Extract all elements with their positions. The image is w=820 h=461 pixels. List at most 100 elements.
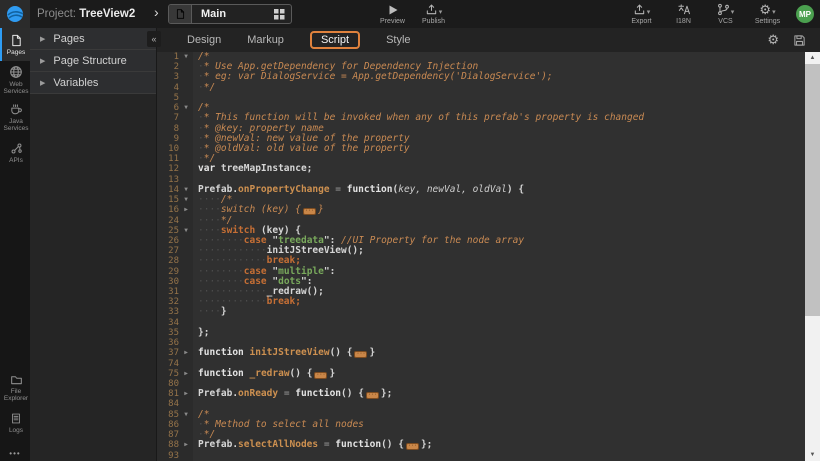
icon-sidebar: Pages Web Services Java Services APIs File E…: [0, 28, 30, 461]
fold-marker-icon[interactable]: ▶: [179, 205, 193, 215]
settings-button[interactable]: ⚙▾Settings: [751, 2, 784, 25]
folded-code-widget[interactable]: ···: [354, 351, 367, 358]
fold-spacer: [179, 144, 193, 154]
gutter: 33: [157, 307, 193, 317]
panel-collapse-button[interactable]: «: [147, 31, 161, 47]
token-prop: _redraw: [250, 368, 290, 379]
caret-down-icon: ▾: [772, 9, 776, 16]
script-settings-button[interactable]: ⚙: [767, 31, 779, 49]
export-button[interactable]: ▾Export: [625, 2, 658, 25]
gutter: 3: [157, 72, 193, 82]
code-line[interactable]: 81▶Prefab.onReady = function() {···};: [157, 389, 805, 399]
scroll-down-arrow-icon[interactable]: ▼: [805, 449, 820, 461]
publish-button[interactable]: ▾Publish: [417, 2, 450, 25]
i18n-button[interactable]: I18N: [667, 2, 700, 25]
code-text: [193, 451, 198, 461]
sidebar-item-web-services[interactable]: Web Services: [0, 61, 30, 99]
panel-section-variables[interactable]: ▶Variables: [30, 72, 156, 94]
code-text: };: [193, 328, 209, 338]
scrollbar-thumb[interactable]: [805, 64, 820, 316]
line-number: 81: [157, 389, 179, 399]
line-number: 9: [157, 134, 179, 144]
code-line[interactable]: 12var treeMapInstance;: [157, 164, 805, 174]
sidebar-item-label: APIs: [9, 157, 23, 164]
line-number: 30: [157, 277, 179, 287]
fold-marker-icon[interactable]: ▼: [179, 195, 193, 205]
fold-spacer: [179, 154, 193, 164]
tab-style[interactable]: Style: [386, 32, 410, 48]
vcs-button[interactable]: ▾VCS: [709, 2, 742, 25]
tab-markup[interactable]: Markup: [247, 32, 284, 48]
folded-code-widget[interactable]: ···: [314, 372, 327, 379]
fold-marker-icon[interactable]: ▼: [179, 103, 193, 113]
folded-code-widget[interactable]: ···: [366, 392, 379, 399]
grid-icon[interactable]: [274, 9, 285, 20]
panel-section-pages[interactable]: ▶Pages: [30, 28, 156, 50]
code-line[interactable]: 4·*/: [157, 83, 805, 93]
code-line[interactable]: 84: [157, 399, 805, 409]
sidebar-item-apis[interactable]: APIs: [0, 136, 30, 169]
folded-code-widget[interactable]: ···: [303, 208, 316, 215]
code-line[interactable]: 33····}: [157, 307, 805, 317]
line-number: 33: [157, 307, 179, 317]
sidebar-item-logs[interactable]: Logs: [0, 406, 30, 439]
script-editor[interactable]: 1▼/*2·* Use App.getDependency for Depend…: [157, 52, 805, 461]
fold-marker-icon[interactable]: ▶: [179, 369, 193, 379]
caret-down-icon: ▾: [439, 9, 443, 16]
tab-design[interactable]: Design: [187, 32, 221, 48]
token-kw: function: [295, 388, 341, 399]
code-text: var treeMapInstance;: [193, 164, 312, 174]
code-line[interactable]: 10·* @oldVal: old value of the property: [157, 144, 805, 154]
fold-marker-icon[interactable]: ▶: [179, 389, 193, 399]
token-kw: function: [198, 368, 244, 379]
code-line[interactable]: 37▶function initJStreeView() {···}: [157, 348, 805, 358]
code-line[interactable]: 32············break;: [157, 297, 805, 307]
fold-marker-icon[interactable]: ▼: [179, 226, 193, 236]
code-line[interactable]: 14▼Prefab.onPropertyChange = function(ke…: [157, 185, 805, 195]
fold-marker-icon[interactable]: ▼: [179, 52, 193, 62]
sidebar-item-label: Web Services: [2, 81, 30, 95]
page-selector[interactable]: Main: [168, 4, 292, 24]
panel-section-page-structure[interactable]: ▶Page Structure: [30, 50, 156, 72]
token-cmt: }: [318, 204, 324, 215]
code-line[interactable]: 5: [157, 93, 805, 103]
code-line[interactable]: 35};: [157, 328, 805, 338]
gutter: 88▶: [157, 440, 193, 450]
sidebar-item-pages[interactable]: Pages: [0, 28, 30, 61]
folded-code-widget[interactable]: ···: [406, 443, 419, 450]
code-line[interactable]: 16▶····switch (key) {···}: [157, 205, 805, 215]
scroll-up-arrow-icon[interactable]: ▲: [805, 52, 820, 64]
fold-spacer: [179, 430, 193, 440]
save-button[interactable]: [793, 34, 806, 47]
line-number: 88: [157, 440, 179, 450]
token-cmt: switch (key) {: [221, 204, 301, 215]
line-number: 87: [157, 430, 179, 440]
code-line[interactable]: 93: [157, 451, 805, 461]
editor-scrollbar[interactable]: ▲ ▼: [805, 52, 820, 461]
fold-spacer: [179, 307, 193, 317]
fold-marker-icon[interactable]: ▼: [179, 410, 193, 420]
code-line[interactable]: 3·* eg: var DialogService = App.getDepen…: [157, 72, 805, 82]
code-line[interactable]: 34: [157, 318, 805, 328]
line-number: 93: [157, 451, 179, 461]
project-label: Project:: [37, 8, 76, 20]
sidebar-more-button[interactable]: •••: [0, 449, 30, 458]
sidebar-item-file-explorer[interactable]: File Explorer: [0, 369, 30, 406]
avatar[interactable]: MP: [796, 5, 814, 23]
fold-spacer: [179, 175, 193, 185]
gutter: 8: [157, 124, 193, 134]
line-number: 34: [157, 318, 179, 328]
app-logo-icon[interactable]: [0, 0, 30, 28]
code-line[interactable]: 75▶function _redraw() {···}: [157, 369, 805, 379]
tab-script[interactable]: Script: [310, 31, 360, 49]
preview-button[interactable]: Preview: [376, 2, 409, 25]
line-number: 74: [157, 359, 179, 369]
code-line[interactable]: 86·* Method to select all nodes: [157, 420, 805, 430]
fold-marker-icon[interactable]: ▶: [179, 440, 193, 450]
fold-marker-icon[interactable]: ▼: [179, 185, 193, 195]
sidebar-item-java-services[interactable]: Java Services: [0, 99, 30, 136]
token-ws: ····: [198, 306, 221, 317]
fold-marker-icon[interactable]: ▶: [179, 348, 193, 358]
fold-spacer: [179, 399, 193, 409]
code-line[interactable]: 88▶Prefab.selectAllNodes = function() {·…: [157, 440, 805, 450]
